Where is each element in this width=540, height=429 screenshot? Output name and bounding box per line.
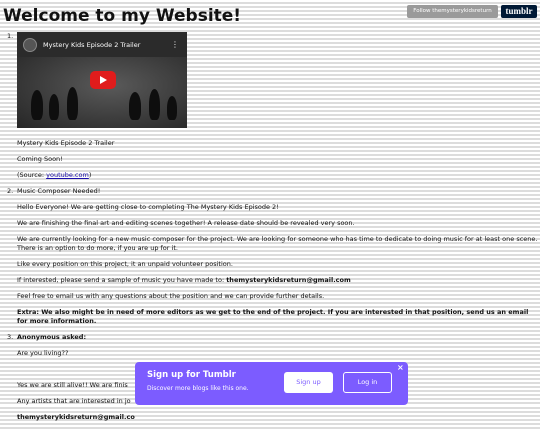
post-text: Like every position on this project, it … [17, 260, 233, 268]
post-text: Coming Soon! [17, 155, 63, 163]
tumblr-logo[interactable]: tumblr [501, 5, 537, 18]
contact-email: themysterykidsreturn@gmail.com [226, 276, 351, 284]
post-text: We are currently looking for a new music… [17, 235, 538, 252]
video-embed[interactable]: Mystery Kids Episode 2 Trailer ⋮ [17, 32, 187, 128]
post-heading: Music Composer Needed! [17, 187, 101, 195]
video-title[interactable]: Mystery Kids Episode 2 Trailer [43, 41, 140, 50]
close-icon[interactable]: × [397, 363, 404, 372]
post-item: 1. Mystery Kids Episode 2 Trailer ⋮ Myst… [7, 32, 540, 180]
page-title: Welcome to my Website! [3, 6, 242, 26]
login-button[interactable]: Log in [343, 372, 392, 393]
post-caption: Mystery Kids Episode 2 Trailer [17, 139, 115, 147]
ask-question: Are you living?? [17, 349, 69, 357]
popup-subtitle: Discover more blogs like this one. [147, 385, 249, 392]
play-button-icon[interactable] [90, 71, 116, 89]
answer-email: themysterykidsreturn@gmail.co [17, 413, 135, 421]
follow-button[interactable]: Follow themysterykidsreturn [407, 5, 498, 18]
signup-popup: Sign up for Tumblr Discover more blogs l… [135, 362, 408, 405]
video-thumbnail [17, 57, 187, 128]
post-source: (Source: youtube.com) [17, 171, 92, 179]
post-item: 2. Music Composer Needed! Hello Everyone… [7, 187, 540, 326]
post-text: If interested, please send a sample of m… [17, 276, 351, 284]
post-text: Feel free to email us with any questions… [17, 292, 325, 300]
signup-button[interactable]: Sign up [284, 372, 333, 393]
post-number: 1. [7, 32, 14, 40]
post-number: 2. [7, 187, 14, 195]
source-link[interactable]: youtube.com [46, 171, 89, 179]
more-options-icon[interactable]: ⋮ [171, 40, 179, 49]
post-heading: Anonymous asked: [17, 333, 87, 341]
post-extra: Extra: We also might be in need of more … [17, 308, 529, 325]
channel-avatar[interactable] [23, 38, 37, 52]
post-text: Hello Everyone! We are getting close to … [17, 203, 279, 211]
post-number: 3. [7, 333, 14, 341]
popup-title: Sign up for Tumblr [147, 370, 236, 380]
post-text: We are finishing the final art and editi… [17, 219, 355, 227]
